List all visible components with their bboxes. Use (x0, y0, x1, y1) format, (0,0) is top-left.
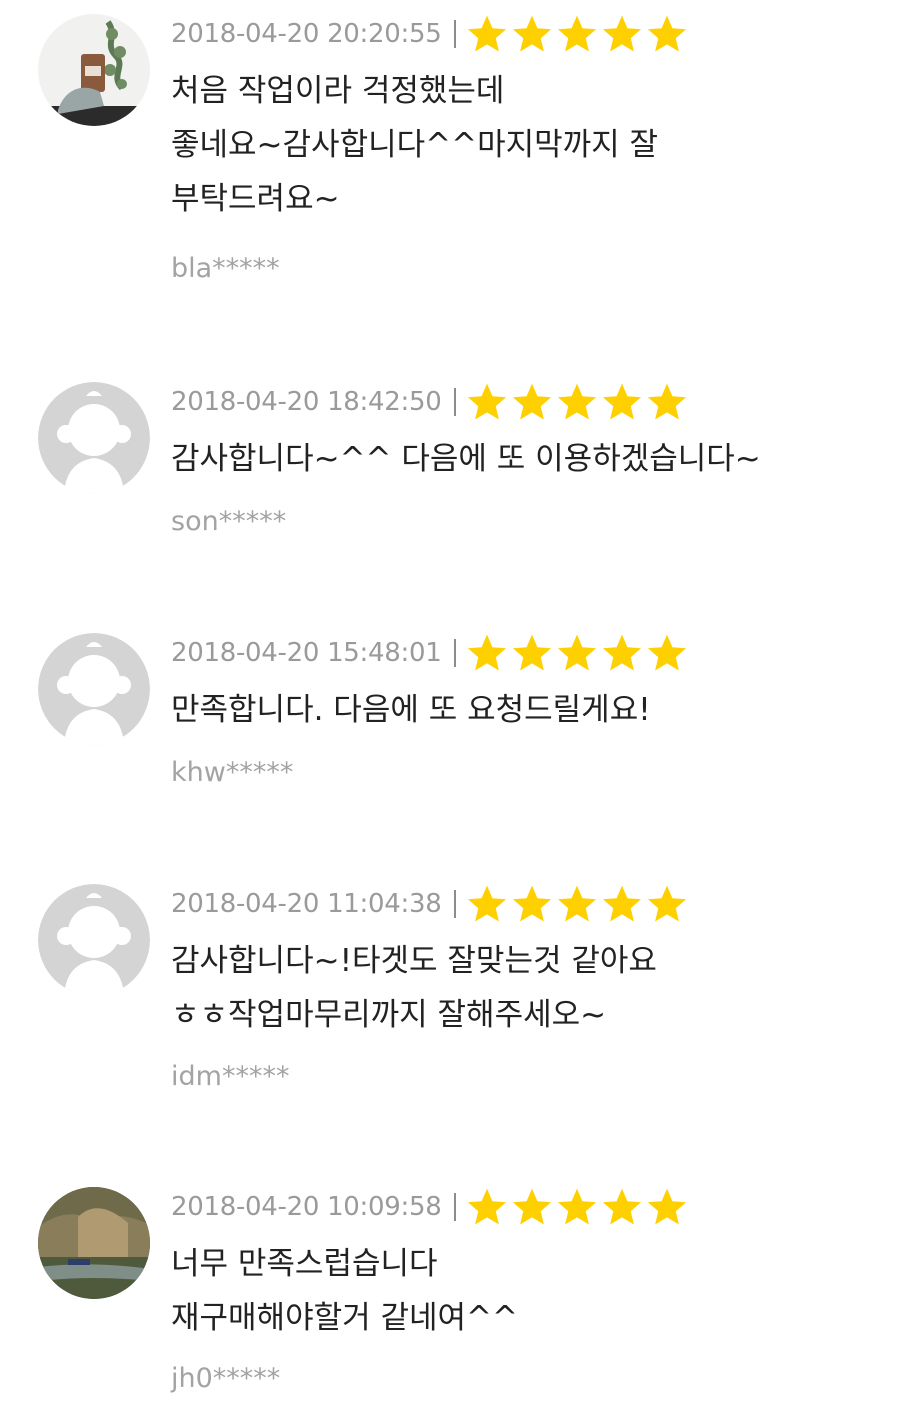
star-rating (466, 883, 691, 925)
default-avatar-icon (38, 382, 150, 494)
user-avatar[interactable] (38, 633, 150, 745)
star-icon (513, 885, 552, 922)
divider (454, 1193, 457, 1221)
star-icon (468, 383, 507, 420)
star-icon (603, 885, 642, 922)
star-icon (468, 1188, 507, 1225)
star-rating (466, 1186, 691, 1228)
star-icon (513, 634, 552, 671)
review-date: 2018-04-20 15:48:01 (171, 638, 442, 668)
default-avatar-icon (38, 884, 150, 996)
default-avatar-icon (38, 633, 150, 745)
star-icon (603, 15, 642, 52)
star-icon (648, 1188, 687, 1225)
star-icon (648, 885, 687, 922)
review-text: 만족합니다. 다음에 또 요청드릴게요! (171, 683, 871, 737)
star-icon (513, 15, 552, 52)
star-icon (513, 383, 552, 420)
user-avatar[interactable] (38, 382, 150, 494)
review-text-line: 재구매해야할거 같네여^^ (171, 1300, 519, 1336)
star-icon (468, 634, 507, 671)
review-date: 2018-04-20 11:04:38 (171, 889, 442, 919)
user-avatar[interactable] (38, 1187, 150, 1299)
reviewer-name: bla***** (171, 253, 280, 284)
star-icon (603, 1188, 642, 1225)
star-icon (603, 634, 642, 671)
review-date: 2018-04-20 10:09:58 (171, 1192, 442, 1222)
review-meta: 2018-04-20 10:09:58 (171, 1187, 691, 1227)
review-date: 2018-04-20 20:20:55 (171, 19, 442, 49)
review-text-line: ㅎㅎ작업마무리까지 잘해주세오~ (171, 997, 607, 1033)
star-icon (468, 15, 507, 52)
star-icon (558, 1188, 597, 1225)
reviewer-name: jh0***** (171, 1363, 281, 1394)
review-text-line: 감사합니다~^^ 다음에 또 이용하겠습니다~ (171, 441, 761, 477)
star-icon (558, 383, 597, 420)
review-text-line: 만족합니다. 다음에 또 요청드릴게요! (171, 692, 651, 728)
review-text-line: 감사합니다~!타겟도 잘맞는것 같아요 (171, 943, 657, 979)
review-text: 너무 만족스럽습니다 재구매해야할거 같네여^^ (171, 1237, 871, 1345)
review-text: 감사합니다~^^ 다음에 또 이용하겠습니다~ (171, 432, 871, 486)
photo-avatar-icon (38, 14, 150, 126)
star-icon (558, 634, 597, 671)
review-text-line: 처음 작업이라 걱정했는데 (171, 73, 505, 109)
reviewer-name: khw***** (171, 757, 294, 788)
review-meta: 2018-04-20 11:04:38 (171, 884, 691, 924)
user-avatar[interactable] (38, 884, 150, 996)
review-text: 처음 작업이라 걱정했는데 좋네요~감사합니다^^마지막까지 잘 부탁드려요~ (171, 64, 871, 226)
star-rating (466, 381, 691, 423)
divider (454, 639, 457, 667)
star-icon (648, 634, 687, 671)
star-rating (466, 13, 691, 55)
review-meta: 2018-04-20 18:42:50 (171, 382, 691, 422)
reviewer-name: idm***** (171, 1061, 290, 1092)
review-text-line: 좋네요~감사합니다^^마지막까지 잘 (171, 127, 659, 163)
star-icon (513, 1188, 552, 1225)
star-icon (468, 885, 507, 922)
review-text-line: 너무 만족스럽습니다 (171, 1246, 438, 1282)
review-text-line: 부탁드려요~ (171, 181, 340, 217)
divider (454, 388, 457, 416)
star-icon (648, 15, 687, 52)
review-meta: 2018-04-20 20:20:55 (171, 14, 691, 54)
divider (454, 890, 457, 918)
landscape-avatar-icon (38, 1187, 150, 1299)
star-icon (558, 15, 597, 52)
star-icon (648, 383, 687, 420)
review-text: 감사합니다~!타겟도 잘맞는것 같아요 ㅎㅎ작업마무리까지 잘해주세오~ (171, 934, 871, 1042)
star-icon (603, 383, 642, 420)
divider (454, 20, 457, 48)
star-icon (558, 885, 597, 922)
user-avatar[interactable] (38, 14, 150, 126)
reviewer-name: son***** (171, 506, 287, 537)
review-date: 2018-04-20 18:42:50 (171, 387, 442, 417)
star-rating (466, 632, 691, 674)
review-meta: 2018-04-20 15:48:01 (171, 633, 691, 673)
